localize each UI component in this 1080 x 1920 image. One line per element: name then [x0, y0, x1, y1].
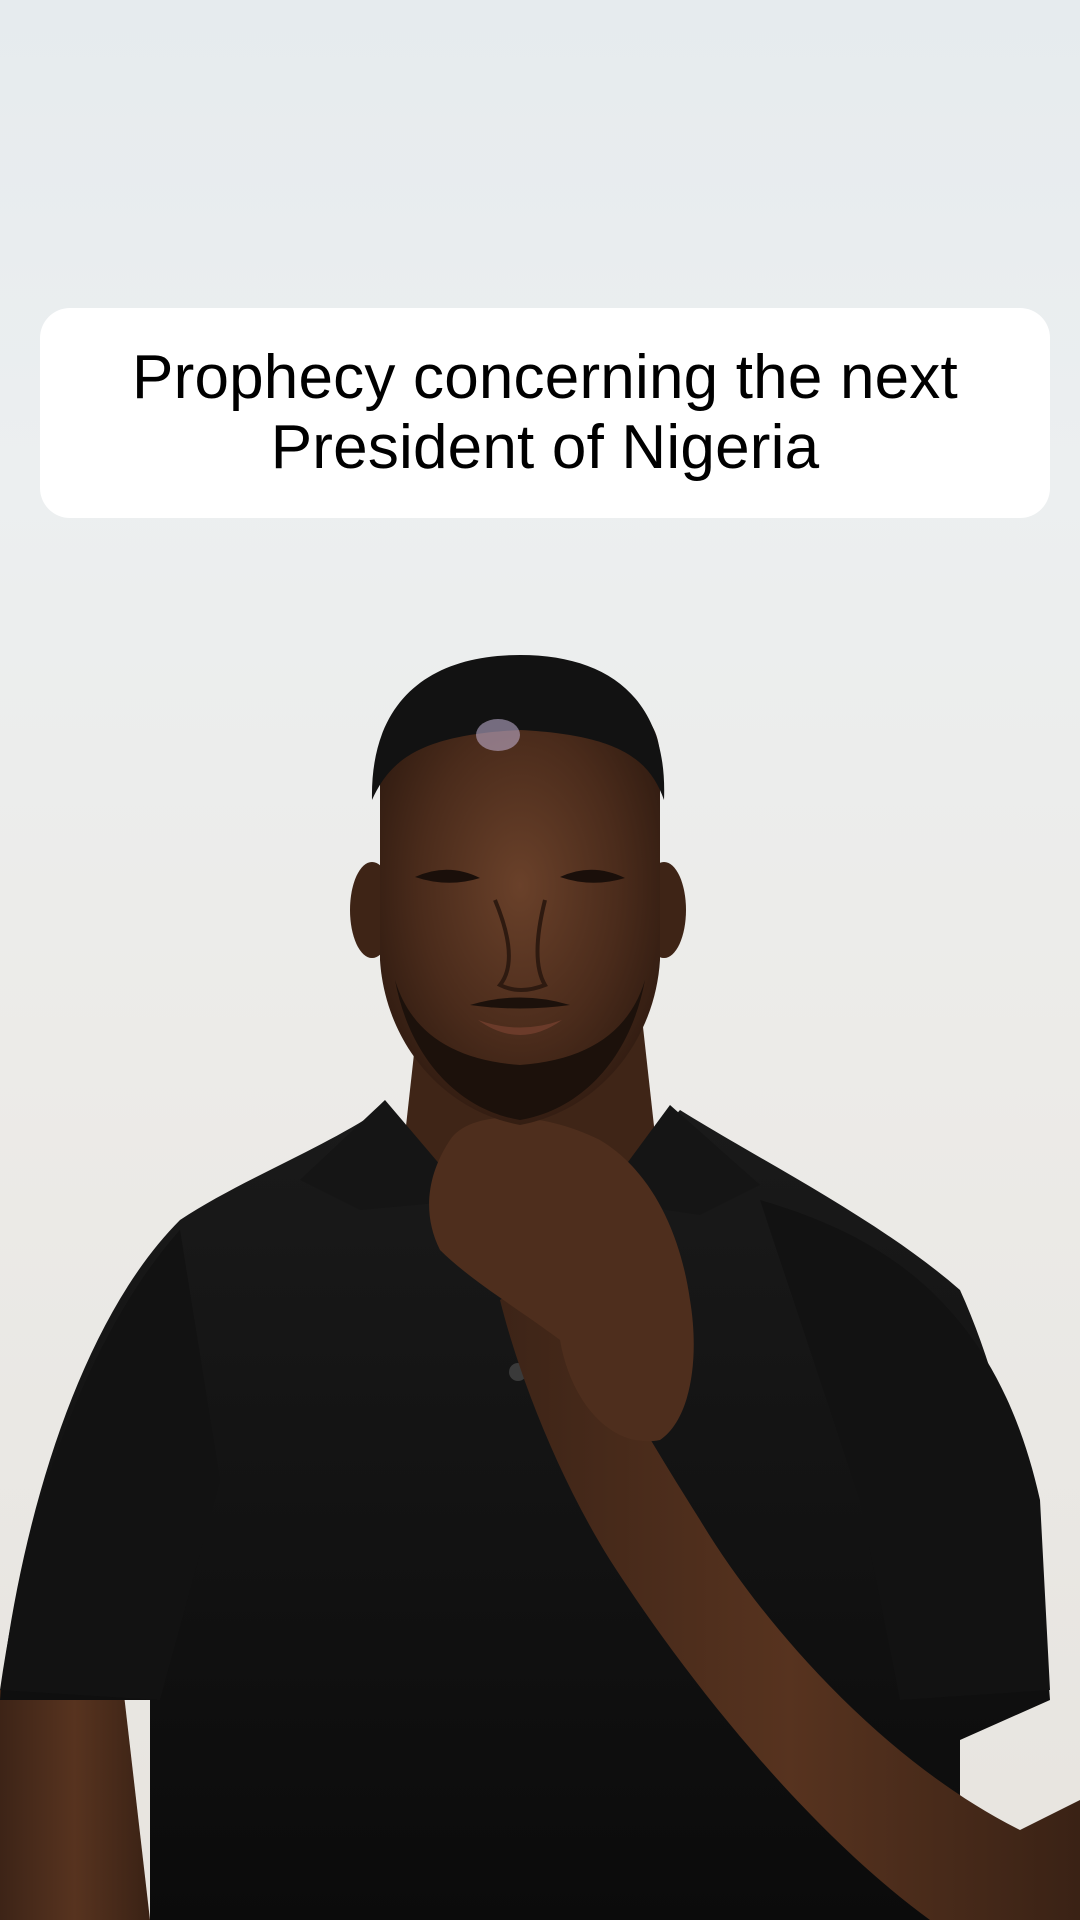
caption-box: Prophecy concerning the next President o…	[40, 308, 1050, 518]
video-frame: Prophecy concerning the next President o…	[0, 0, 1080, 1920]
caption-text: Prophecy concerning the next President o…	[132, 343, 958, 482]
forehead-highlight	[476, 719, 520, 751]
person-photo	[0, 655, 1080, 1920]
face	[380, 690, 660, 1125]
